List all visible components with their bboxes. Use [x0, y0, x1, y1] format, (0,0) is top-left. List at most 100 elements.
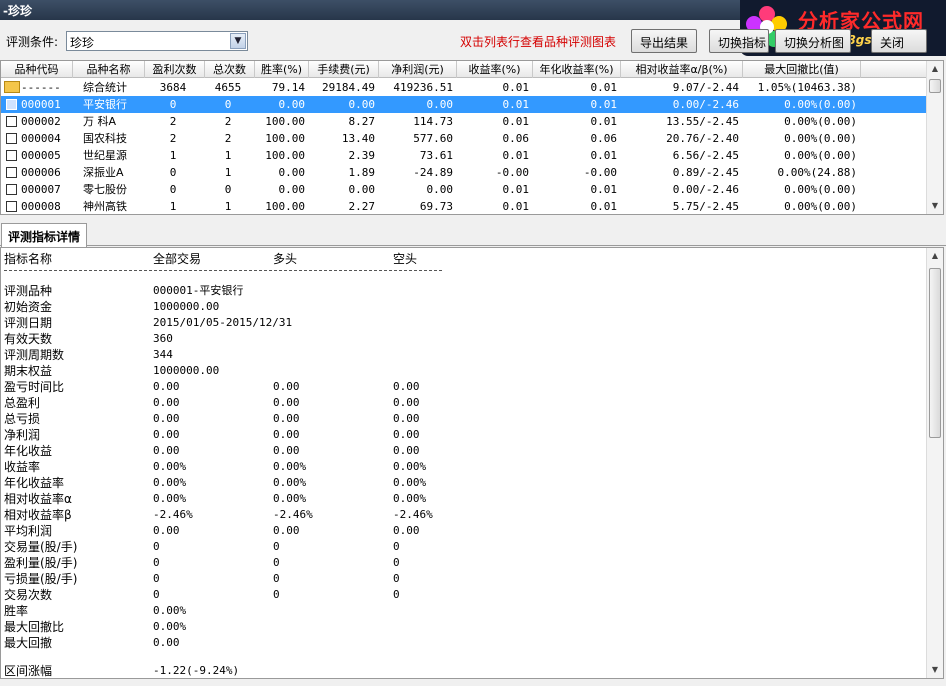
- metric-label: 总亏损: [4, 412, 41, 426]
- metric-label: 相对收益率β: [4, 508, 72, 522]
- table-row[interactable]: 000004 国农科技 2 2 100.00 13.40 577.60 0.06 0.06 20.…: [1, 130, 927, 147]
- metric-value: 360: [153, 332, 173, 345]
- table-cell: 20.76/-2.40: [666, 132, 739, 145]
- checkbox[interactable]: [6, 201, 17, 212]
- detail-header: 多头: [273, 252, 298, 266]
- column-header[interactable]: 品种名称: [73, 61, 145, 78]
- detail-scrollbar[interactable]: ▲ ▼: [926, 248, 943, 678]
- table-cell: 1: [224, 166, 232, 179]
- table-cell: ------: [21, 81, 61, 94]
- switch-chart-button[interactable]: 切换分析图: [775, 29, 851, 53]
- table-row[interactable]: 000007 零七股份 0 0 0.00 0.00 0.00 0.01 0.01 0.00/-2.…: [1, 181, 927, 198]
- table-cell: 13.55/-2.45: [666, 115, 739, 128]
- metric-value: 0.00%: [153, 476, 187, 489]
- metric-value: 0.00: [273, 524, 300, 537]
- table-row[interactable]: 000008 神州高铁 1 1 100.00 2.27 69.73 0.01 0.01 5.75/…: [1, 198, 927, 214]
- column-header[interactable]: 胜率(%): [255, 61, 309, 78]
- scroll-thumb[interactable]: [929, 79, 941, 93]
- table-cell: -0.00: [495, 166, 529, 179]
- table-row[interactable]: 000005 世纪星源 1 1 100.00 2.39 73.61 0.01 0.01 6.56/…: [1, 147, 927, 164]
- metric-value: 1000000.00: [153, 300, 220, 313]
- divider: [4, 270, 442, 271]
- column-header[interactable]: 总次数: [205, 61, 255, 78]
- column-header[interactable]: 品种代码: [1, 61, 73, 78]
- scroll-up-icon[interactable]: ▲: [927, 61, 943, 77]
- table-cell: 0: [224, 98, 232, 111]
- table-cell: 13.40: [341, 132, 375, 145]
- scroll-down-icon[interactable]: ▼: [927, 662, 943, 678]
- metric-value: 0: [153, 556, 160, 569]
- summary-row[interactable]: ------ 综合统计 3684 4655 79.14 29184.49 419236.51…: [1, 79, 927, 96]
- checkbox[interactable]: [6, 167, 17, 178]
- column-header[interactable]: 相对收益率α/β(%): [621, 61, 743, 78]
- criteria-select[interactable]: 珍珍 ▼: [66, 31, 248, 51]
- table-row[interactable]: 000002 万 科A 2 2 100.00 8.27 114.73 0.01 0.01 13.5…: [1, 113, 927, 130]
- checkbox[interactable]: [6, 184, 17, 195]
- scroll-down-icon[interactable]: ▼: [927, 198, 943, 214]
- metric-label: 期末权益: [4, 364, 53, 378]
- metric-value: 0: [393, 556, 400, 569]
- table-cell: 综合统计: [83, 81, 127, 94]
- metric-value: 0.00: [153, 444, 180, 457]
- table-row[interactable]: 000001 平安银行 0 0 0.00 0.00 0.00 0.01 0.01 0.00/-2.…: [1, 96, 927, 113]
- table-cell: 100.00: [265, 115, 305, 128]
- table-row[interactable]: 000006 深振业A 0 1 0.00 1.89 -24.89 -0.00 -0.00 0.89…: [1, 164, 927, 181]
- export-button[interactable]: 导出结果: [631, 29, 697, 53]
- scroll-thumb[interactable]: [929, 268, 941, 438]
- table-cell: 000005: [21, 149, 61, 162]
- table-cell: 1: [224, 200, 232, 213]
- metric-value: 0: [393, 588, 400, 601]
- table-cell: 000008: [21, 200, 61, 213]
- column-header[interactable]: 最大回撤比(值): [743, 61, 861, 78]
- table-cell: 0.01: [590, 200, 618, 213]
- table-cell: 0: [169, 183, 177, 196]
- metric-value: 0.00%: [273, 460, 307, 473]
- table-cell: 0.00%(0.00): [784, 183, 857, 196]
- column-header[interactable]: 净利润(元): [379, 61, 457, 78]
- metric-value: 0.00: [393, 428, 420, 441]
- table-cell: 000007: [21, 183, 61, 196]
- table-cell: 577.60: [413, 132, 453, 145]
- column-header[interactable]: 手续费(元): [309, 61, 379, 78]
- table-cell: 1: [169, 149, 177, 162]
- scroll-up-icon[interactable]: ▲: [927, 248, 943, 264]
- checkbox[interactable]: [6, 133, 17, 144]
- metric-label: 相对收益率α: [4, 492, 72, 506]
- table-cell: 1: [169, 200, 177, 213]
- table-cell: 0: [169, 98, 177, 111]
- table-cell: 9.07/-2.44: [672, 81, 739, 94]
- table-cell: -0.00: [583, 166, 617, 179]
- metric-label: 总盈利: [4, 396, 41, 410]
- table-cell: 国农科技: [83, 132, 127, 145]
- metric-label: 交易次数: [4, 588, 53, 602]
- table-cell: 0.01: [502, 98, 530, 111]
- tab-detail[interactable]: 评测指标详情: [1, 223, 88, 247]
- chevron-down-icon[interactable]: ▼: [230, 33, 246, 49]
- column-header[interactable]: 年化收益率(%): [533, 61, 621, 78]
- metric-value: -2.46%: [153, 508, 193, 521]
- checkbox[interactable]: [6, 116, 17, 127]
- detail-panel: 指标名称 全部交易 多头 空头 评测品种 000001-平安银行 初始资金 1000000.0…: [0, 247, 944, 679]
- table-cell: 0.01: [502, 149, 530, 162]
- column-header[interactable]: 收益率(%): [457, 61, 533, 78]
- metric-value: 0: [393, 572, 400, 585]
- metric-value: 344: [153, 348, 173, 361]
- table-cell: 3684: [159, 81, 187, 94]
- checkbox[interactable]: [6, 99, 17, 110]
- table-cell: 8.27: [348, 115, 376, 128]
- table-scrollbar[interactable]: ▲ ▼: [926, 61, 943, 214]
- metric-value: 0.00: [393, 444, 420, 457]
- checkbox[interactable]: [6, 150, 17, 161]
- metric-value: 0: [153, 588, 160, 601]
- table-cell: 1.05%(10463.38): [757, 81, 857, 94]
- close-button[interactable]: 关闭: [871, 29, 927, 53]
- table-cell: 0.00: [426, 183, 454, 196]
- table-cell: 2: [224, 132, 232, 145]
- metric-value: 0.00: [273, 428, 300, 441]
- metric-label: 年化收益: [4, 444, 53, 458]
- detail-header: 全部交易: [153, 252, 202, 266]
- metric-value: -2.46%: [393, 508, 433, 521]
- switch-indicator-button[interactable]: 切换指标: [709, 29, 769, 53]
- table-cell: 4655: [214, 81, 242, 94]
- column-header[interactable]: 盈利次数: [145, 61, 205, 78]
